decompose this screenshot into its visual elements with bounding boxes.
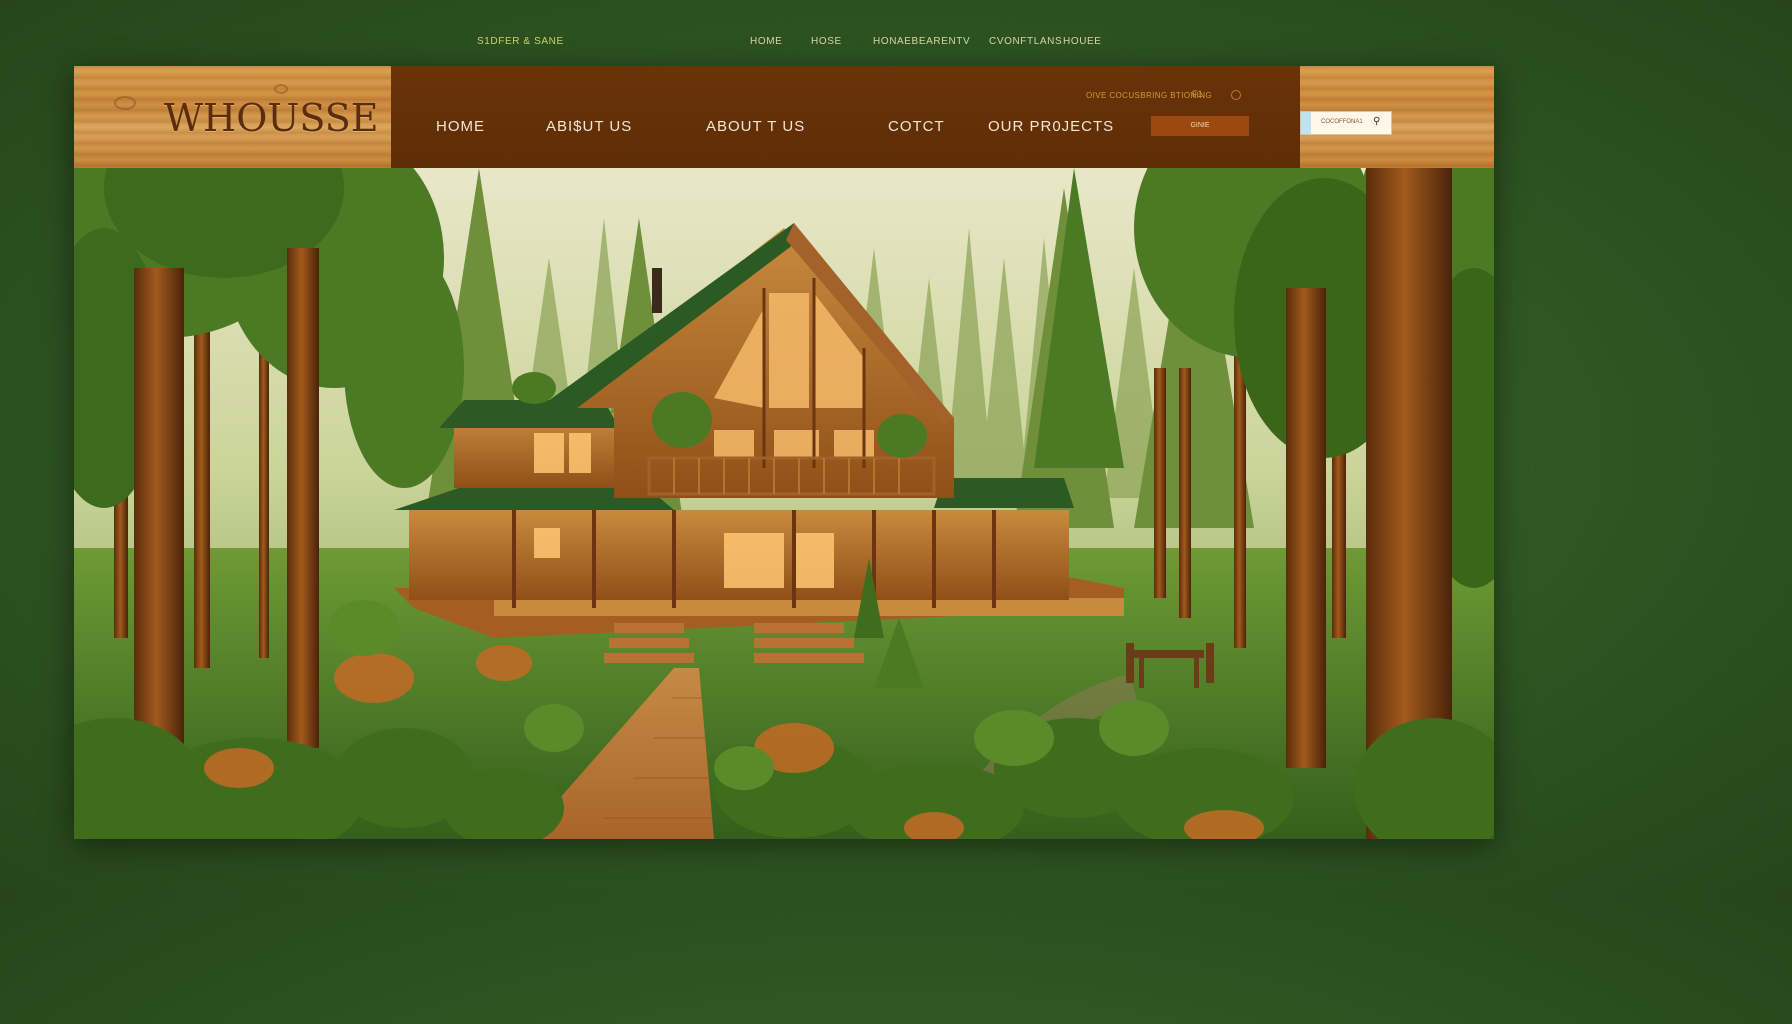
top-link-5[interactable]: HOUEE	[1063, 36, 1102, 47]
forest-cabin-illustration	[74, 168, 1494, 839]
nav-home[interactable]: HOME	[436, 118, 485, 135]
main-nav: HOME ABI$UT US ABOUT T US COTCT OUR PR0J…	[391, 66, 1300, 171]
top-utility-bar: S1DFER & SANE HOME HOSE HONAEBEARENTV CV…	[0, 36, 1568, 56]
site-logo[interactable]: WHOUSSE	[164, 96, 379, 140]
search-accent	[1301, 112, 1311, 134]
cta-button[interactable]: GINIE	[1151, 116, 1249, 136]
top-link-3[interactable]: HONAEBEARENTV	[873, 36, 970, 47]
top-link-4[interactable]: CVONFTLANS	[989, 36, 1062, 47]
nav-about-us-2[interactable]: ABOUT T US	[706, 118, 805, 135]
nav-our-projects[interactable]: OUR PR0JECTS	[988, 118, 1114, 135]
tagline-icon: F1	[1192, 89, 1203, 99]
search-box[interactable]: COCOFFONA1 ⚲	[1300, 111, 1392, 135]
hero-image	[74, 168, 1494, 839]
top-brand-text: S1DFER & SANE	[477, 36, 564, 47]
header-right-panel: COCOFFONA1 ⚲	[1300, 66, 1494, 168]
logo-panel: WHOUSSE	[74, 66, 391, 168]
circle-icon[interactable]	[1231, 90, 1241, 100]
nav-about-us[interactable]: ABI$UT US	[546, 118, 632, 135]
magnifier-icon[interactable]: ⚲	[1373, 116, 1380, 127]
wood-knot	[274, 84, 288, 94]
wood-knot	[114, 96, 136, 110]
nav-contact[interactable]: COTCT	[888, 118, 945, 135]
website-frame: WHOUSSE HOME ABI$UT US ABOUT T US COTCT …	[74, 66, 1494, 839]
top-link-hose[interactable]: HOSE	[811, 36, 842, 47]
site-header: WHOUSSE HOME ABI$UT US ABOUT T US COTCT …	[74, 66, 1494, 171]
top-link-home[interactable]: HOME	[750, 36, 782, 47]
search-input-text[interactable]: COCOFFONA1	[1321, 119, 1363, 125]
